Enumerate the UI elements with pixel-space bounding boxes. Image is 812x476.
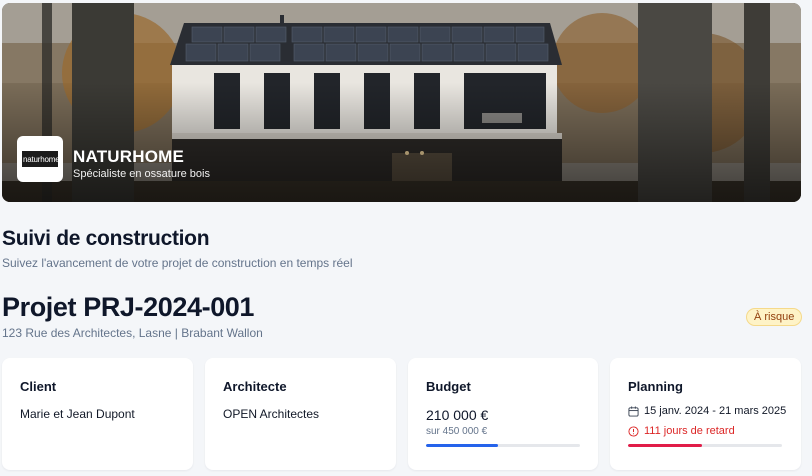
calendar-icon (628, 405, 639, 417)
client-card: Client Marie et Jean Dupont (2, 358, 193, 470)
budget-spent: 210 000 € (426, 407, 489, 423)
client-card-title: Client (20, 379, 57, 394)
brand-logo[interactable]: naturhome (17, 136, 63, 182)
planning-progress-bar (628, 444, 782, 447)
planning-dates: 15 janv. 2024 - 21 mars 2025 (644, 405, 787, 417)
architect-card-title: Architecte (223, 379, 287, 394)
alert-circle-icon (628, 425, 639, 437)
project-title: Projet PRJ-2024-001 (2, 292, 255, 322)
budget-progress-fill (426, 444, 499, 447)
planning-card-title: Planning (628, 379, 683, 394)
budget-total: sur 450 000 € (426, 426, 488, 437)
planning-dates-row: 15 janv. 2024 - 21 mars 2025 (628, 405, 786, 417)
brand-tagline: Spécialiste en ossature bois (73, 168, 210, 180)
planning-progress-fill (628, 444, 702, 447)
page-title: Suivi de construction (2, 227, 210, 250)
brand-name: NATURHOME (73, 147, 185, 166)
planning-delay-row: 111 jours de retard (628, 425, 735, 437)
project-address: 123 Rue des Architectes, Lasne | Brabant… (2, 326, 263, 340)
budget-progress-bar (426, 444, 580, 447)
budget-card: Budget 210 000 € sur 450 000 € (408, 358, 598, 470)
client-name: Marie et Jean Dupont (20, 407, 135, 421)
budget-card-title: Budget (426, 379, 471, 394)
logo-mark: naturhome (22, 151, 60, 167)
planning-card: Planning 15 janv. 2024 - 21 mars 2025 11… (610, 358, 801, 470)
planning-delay: 111 jours de retard (644, 425, 735, 437)
architect-card: Architecte OPEN Architectes (205, 358, 396, 470)
architect-name: OPEN Architectes (223, 407, 320, 421)
status-badge: À risque (746, 308, 803, 326)
logo-text: naturhome (23, 154, 60, 164)
page-subtitle: Suivez l'avancement de votre projet de c… (2, 256, 353, 270)
